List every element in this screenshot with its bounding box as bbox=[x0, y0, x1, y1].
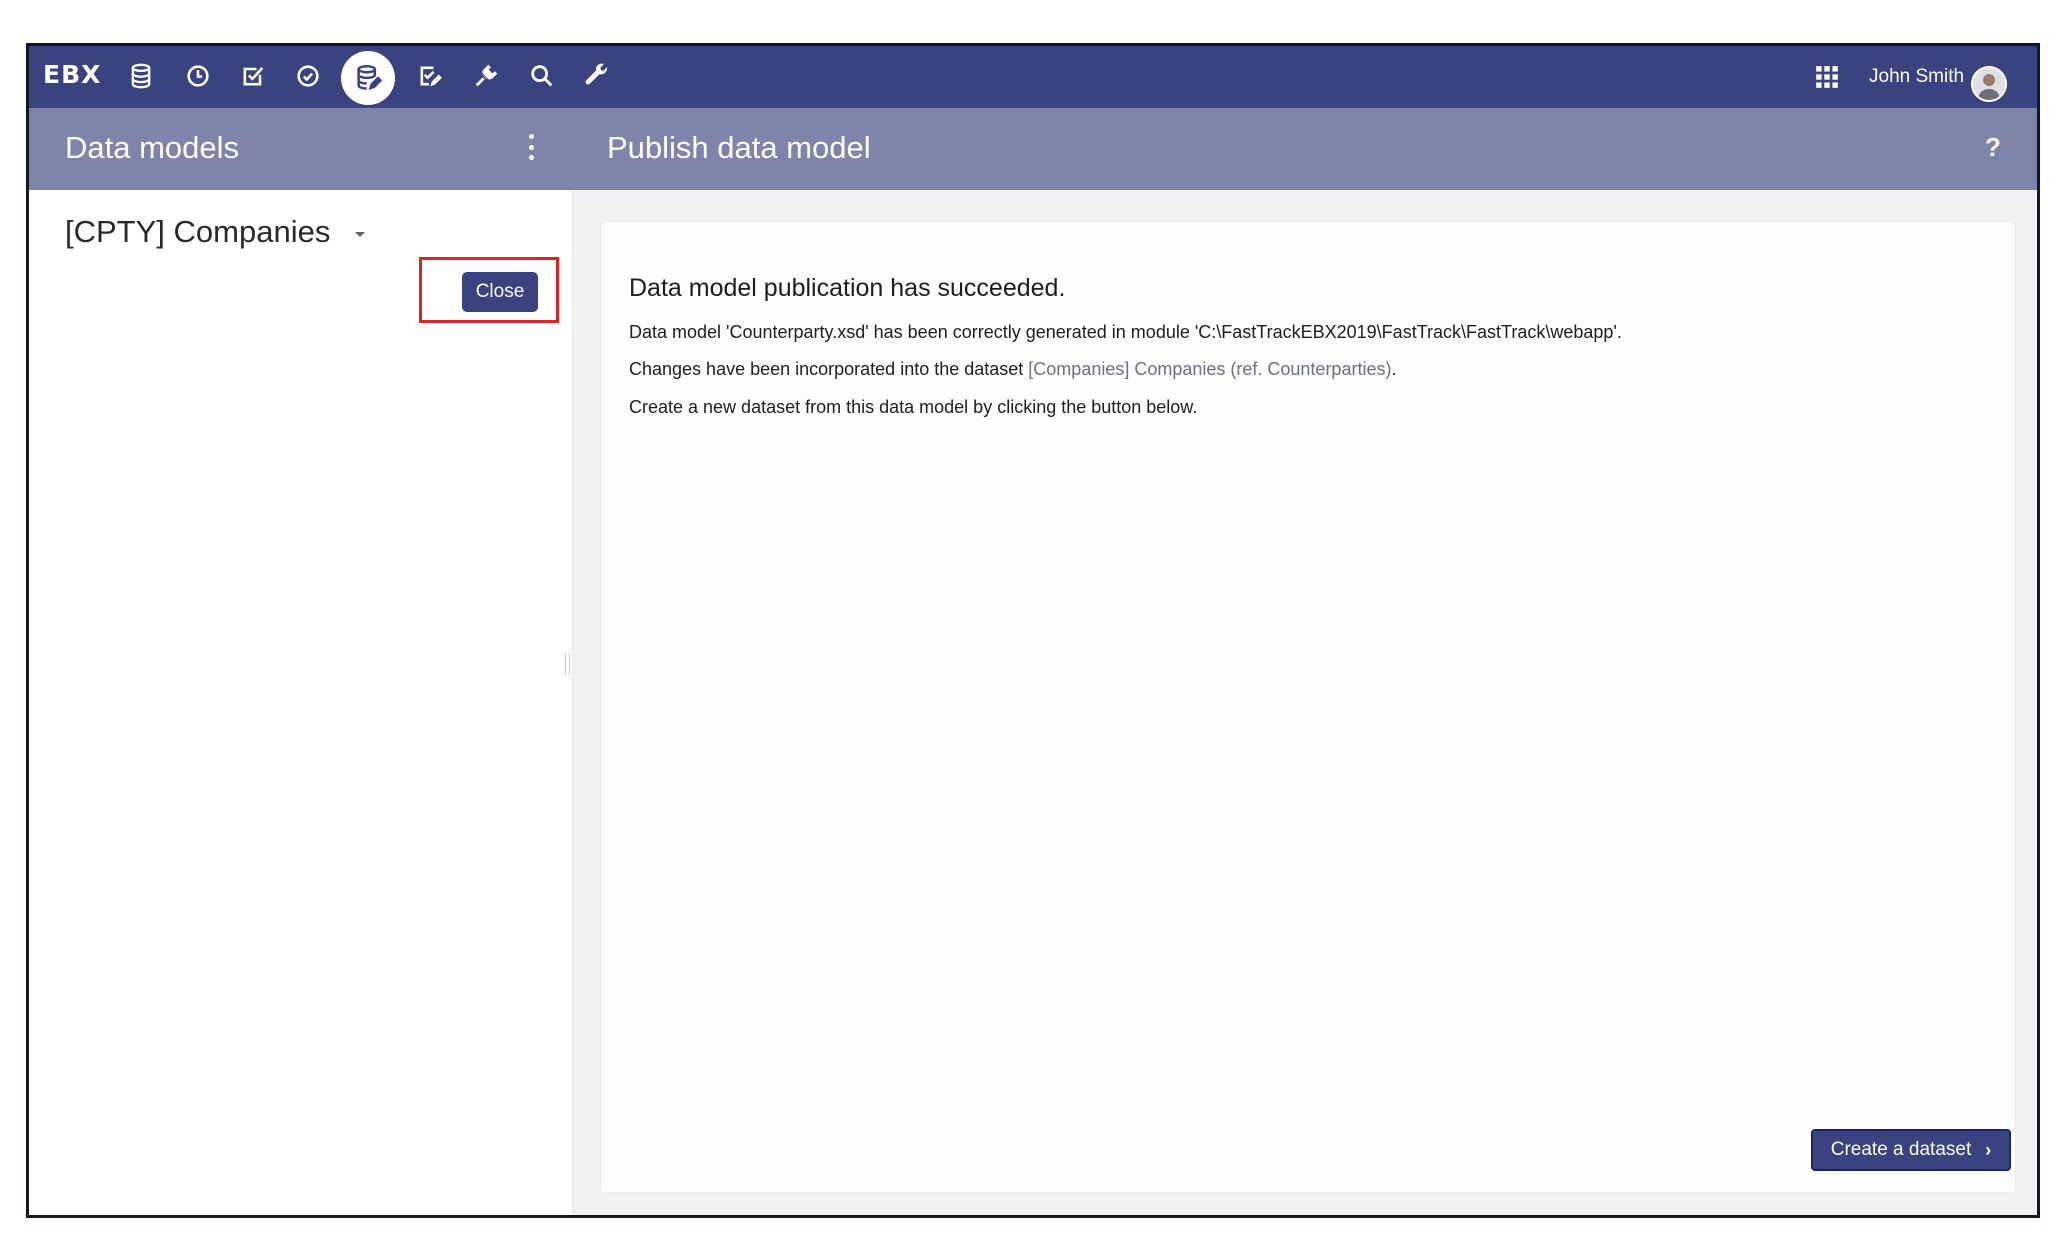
create-dataset-hint: Create a new dataset from this data mode… bbox=[629, 397, 1198, 417]
plug-icon[interactable] bbox=[469, 59, 503, 93]
dataset-incorporated-message: Changes have been incorporated into the … bbox=[629, 359, 1396, 380]
success-message-title: Data model publication has succeeded. bbox=[629, 274, 1066, 302]
edit-checklist-icon[interactable] bbox=[413, 59, 447, 93]
search-icon[interactable] bbox=[525, 59, 559, 93]
apps-grid-icon[interactable] bbox=[1811, 61, 1843, 93]
close-button[interactable]: Close bbox=[462, 272, 538, 312]
user-name[interactable]: John Smith bbox=[1869, 66, 1964, 88]
panel-resize-handle[interactable] bbox=[565, 653, 570, 675]
chevron-down-icon[interactable] bbox=[355, 232, 365, 237]
data-models-panel: [CPTY] Companies Close bbox=[29, 190, 573, 1215]
create-dataset-label: Create a dataset bbox=[1830, 1139, 1972, 1160]
generated-module-message: Data model 'Counterparty.xsd' has been c… bbox=[629, 322, 1622, 342]
create-dataset-button[interactable]: Create a dataset › bbox=[1811, 1129, 2011, 1171]
model-name: [CPTY] Companies bbox=[65, 214, 331, 249]
page-title: Publish data model bbox=[607, 130, 871, 165]
dataset-link[interactable]: [Companies] Companies (ref. Counterparti… bbox=[1028, 359, 1391, 379]
database-icon[interactable] bbox=[124, 59, 158, 93]
dataset-message-prefix: Changes have been incorporated into the … bbox=[629, 359, 1029, 379]
data-model-icon[interactable] bbox=[341, 51, 395, 105]
top-navigation-bar: EBX John Smith bbox=[29, 46, 2037, 108]
help-icon[interactable]: ? bbox=[1985, 132, 2001, 163]
dataset-message-suffix: . bbox=[1391, 359, 1397, 379]
more-options-icon[interactable] bbox=[523, 132, 539, 162]
checkbox-icon[interactable] bbox=[236, 59, 270, 93]
app-window: EBX John Smith Data models Publish data … bbox=[26, 43, 2040, 1218]
section-header: Data models Publish data model ? bbox=[29, 108, 2037, 190]
wrench-icon[interactable] bbox=[580, 59, 614, 93]
check-circle-icon[interactable] bbox=[291, 59, 325, 93]
chevron-right-icon: › bbox=[1985, 1139, 1992, 1160]
ebx-logo[interactable]: EBX bbox=[43, 60, 101, 89]
data-models-title: Data models bbox=[65, 130, 240, 165]
publish-result-card: Data model publication has succeeded. Da… bbox=[601, 222, 2015, 1192]
clock-icon[interactable] bbox=[181, 59, 215, 93]
avatar[interactable] bbox=[1971, 66, 2007, 102]
